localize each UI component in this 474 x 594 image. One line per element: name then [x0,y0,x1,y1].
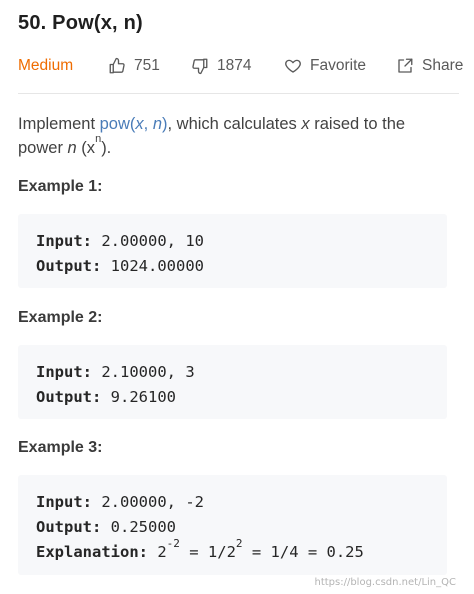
example-heading: Example 3: [18,439,103,456]
thumbs-up-icon [109,57,125,74]
example-code-block: Input: 2.10000, 3 Output: 9.26100 [18,345,447,419]
watermark: https://blog.csdn.net/Lin_QC [314,577,456,588]
like-count: 751 [134,57,160,74]
difficulty-badge: Medium [18,57,74,74]
example-code-block: Input: 2.00000, 10 Output: 1024.00000 [18,214,447,288]
heart-icon [285,59,301,73]
like-button[interactable]: 751 [108,57,160,75]
example-input-line: Input: 2.00000, 10 [36,232,204,250]
problem-title: 50. Pow(x, n) [18,12,143,34]
share-label: Share [422,57,464,74]
problem-meta-bar: Medium 751 1874 Favorite Share [18,54,463,78]
favorite-button[interactable]: Favorite [284,57,366,75]
function-signature: pow(x, n) [99,115,168,133]
example-heading: Example 1: [18,178,103,195]
example-output-line: Output: 9.26100 [36,388,176,406]
example-input-line: Input: 2.00000, -2 [36,493,204,511]
favorite-label: Favorite [310,57,366,74]
divider [18,93,459,94]
problem-description: Implement pow(x, n), which calculates x … [18,115,406,157]
share-button[interactable]: Share [396,57,463,75]
example-output-line: Output: 1024.00000 [36,257,204,275]
thumbs-down-icon [192,58,208,75]
share-icon [398,58,413,73]
example-heading: Example 2: [18,309,103,326]
dislike-button[interactable]: 1874 [191,57,251,75]
dislike-count: 1874 [217,57,252,74]
example-input-line: Input: 2.10000, 3 [36,363,195,381]
example-explanation-line: Explanation: 2-2 = 1/22 = 1/4 = 0.25 [36,537,364,561]
example-code-block: Input: 2.00000, -2 Output: 0.25000 Expla… [18,475,447,575]
